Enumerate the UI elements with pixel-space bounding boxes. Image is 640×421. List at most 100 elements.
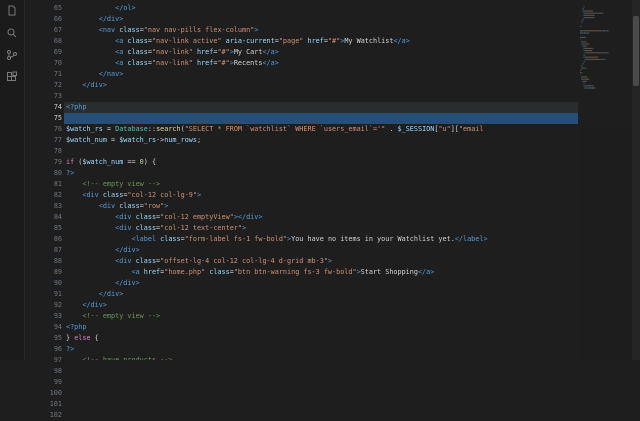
minimap-mark <box>586 50 592 51</box>
code-token: href <box>144 268 160 276</box>
line-number: 81 <box>24 179 62 190</box>
minimap-mark <box>598 13 599 14</box>
code-line[interactable]: <a href="home.php" class="btn btn-warnin… <box>64 267 578 278</box>
code-line[interactable]: </div> <box>64 300 578 311</box>
code-token: <div <box>115 213 135 221</box>
code-line[interactable]: <label class="form-label fs-1 fw-bold">Y… <box>64 234 578 245</box>
search-icon[interactable] <box>0 22 24 44</box>
line-number: 100 <box>24 388 62 399</box>
code-token: $_SESSION <box>398 125 435 133</box>
minimap-mark <box>583 79 584 80</box>
code-line[interactable]: ?> <box>64 344 578 355</box>
code-line[interactable] <box>64 113 578 124</box>
minimap-mark <box>586 52 587 53</box>
code-token: class <box>119 26 139 34</box>
extensions-icon[interactable] <box>0 66 24 88</box>
code-token: ; <box>197 136 201 144</box>
minimap-mark <box>585 59 586 60</box>
code-token <box>66 191 82 199</box>
code-line[interactable]: <div class="row"> <box>64 201 578 212</box>
minimap-mark <box>585 46 586 47</box>
code-line[interactable]: } else { <box>64 333 578 344</box>
minimap-mark <box>580 70 581 71</box>
code-token: = <box>107 136 119 144</box>
line-number: 85 <box>24 223 62 234</box>
code-token <box>66 257 115 265</box>
line-number: 98 <box>24 366 62 377</box>
code-token: if <box>66 158 74 166</box>
minimap-mark <box>581 68 586 69</box>
code-line[interactable]: <a class="nav-link active" aria-current=… <box>64 36 578 47</box>
line-number: 82 <box>24 190 62 201</box>
minimap-mark <box>583 17 584 18</box>
code-line[interactable]: </div> <box>64 245 578 256</box>
code-line[interactable] <box>64 146 578 157</box>
code-line[interactable]: <a class="nav-link" href="#">Recents</a> <box>64 58 578 69</box>
code-line[interactable]: <nav class="nav nav-pills flex-column"> <box>64 25 578 36</box>
code-line[interactable]: $watch_num = $watch_rs->num_rows; <box>64 135 578 146</box>
code-line[interactable]: if ($watch_num == 0) { <box>64 157 578 168</box>
code-token: </a> <box>262 59 278 67</box>
files-icon[interactable] <box>0 0 24 22</box>
code-line[interactable]: </nav> <box>64 69 578 80</box>
line-number: 86 <box>24 234 62 245</box>
code-token <box>66 202 99 210</box>
minimap-mark <box>592 15 594 16</box>
code-token: <div <box>115 257 135 265</box>
code-token <box>66 59 115 67</box>
scrollbar-thumb[interactable] <box>633 16 639 86</box>
minimap[interactable] <box>578 0 632 360</box>
code-line[interactable]: </div> <box>64 80 578 91</box>
source-control-icon[interactable] <box>0 44 24 66</box>
code-token: You have no items in your Watchlist yet. <box>291 235 455 243</box>
minimap-mark <box>585 57 586 58</box>
minimap-mark <box>585 50 586 51</box>
code-token: </div> <box>99 15 124 23</box>
minimap-mark <box>586 30 588 31</box>
code-token: </div> <box>82 301 107 309</box>
minimap-mark <box>592 17 594 18</box>
code-line[interactable]: </div> <box>64 289 578 300</box>
minimap-mark <box>587 85 588 86</box>
minimap-mark <box>607 30 609 31</box>
code-token: "page" <box>279 37 304 45</box>
minimap-mark <box>592 48 594 49</box>
code-line[interactable]: <div class="col-12 text-center"> <box>64 223 578 234</box>
minimap-mark <box>603 30 606 31</box>
minimap-mark <box>584 17 585 18</box>
code-line[interactable]: <!-- empty view --> <box>64 311 578 322</box>
code-token: </nav> <box>99 70 124 78</box>
vertical-scrollbar[interactable] <box>632 0 640 360</box>
code-line[interactable]: </ol> <box>64 3 578 14</box>
code-line[interactable]: <!-- have products --> <box>64 355 578 360</box>
code-line[interactable]: <div class="offset-lg-4 col-12 col-lg-4 … <box>64 256 578 267</box>
code-line[interactable] <box>64 91 578 102</box>
code-token: "col-12 emptyView" <box>160 213 234 221</box>
minimap-mark <box>580 37 581 38</box>
code-token <box>66 312 82 320</box>
code-token: </div> <box>82 81 107 89</box>
code-token: num_rows <box>164 136 197 144</box>
code-line[interactable]: <div class="col-12 col-lg-9"> <box>64 190 578 201</box>
code-line[interactable]: <?php <box>64 102 578 113</box>
code-line[interactable]: <!-- empty view --> <box>64 179 578 190</box>
code-line[interactable]: <a class="nav-link" href="#">My Cart</a> <box>64 47 578 58</box>
code-line[interactable]: $watch_rs = Database::search("SELECT * F… <box>64 124 578 135</box>
minimap-mark <box>602 30 603 31</box>
code-token <box>66 37 115 45</box>
minimap-mark <box>588 85 589 86</box>
line-number: 89 <box>24 267 62 278</box>
code-line[interactable]: ?> <box>64 168 578 179</box>
minimap-mark <box>582 19 584 20</box>
code-token: <!-- empty view --> <box>82 180 160 188</box>
line-number: 80 <box>24 168 62 179</box>
code-editor[interactable]: </ol> </div> <nav class="nav nav-pills f… <box>64 0 578 360</box>
minimap-mark <box>592 85 593 86</box>
code-line[interactable]: <?php <box>64 322 578 333</box>
code-line[interactable]: </div> <box>64 14 578 25</box>
code-line[interactable]: <div class="col-12 emptyView"></div> <box>64 212 578 223</box>
minimap-mark <box>583 50 584 51</box>
line-number: 101 <box>24 399 62 410</box>
line-number: 78 <box>24 146 62 157</box>
code-line[interactable]: </div> <box>64 278 578 289</box>
